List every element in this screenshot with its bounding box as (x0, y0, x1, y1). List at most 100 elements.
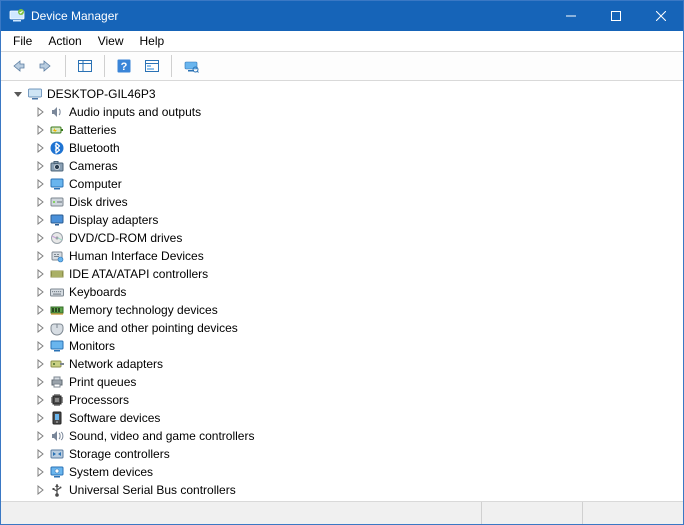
tree-category-node[interactable]: Software devices (7, 409, 683, 427)
tree-category-label: Software devices (69, 409, 160, 427)
tree-category-node[interactable]: Audio inputs and outputs (7, 103, 683, 121)
tree-category-node[interactable]: Monitors (7, 337, 683, 355)
toolbar-divider (104, 55, 105, 77)
tree-category-node[interactable]: Mice and other pointing devices (7, 319, 683, 337)
tree-category-label: Display adapters (69, 211, 158, 229)
expander-closed-icon[interactable] (33, 123, 47, 137)
tree-category-label: Keyboards (69, 283, 126, 301)
expander-closed-icon[interactable] (33, 303, 47, 317)
tree-category-label: Memory technology devices (69, 301, 218, 319)
menu-file[interactable]: File (5, 33, 40, 49)
tree-category-label: Audio inputs and outputs (69, 103, 201, 121)
device-tree[interactable]: DESKTOP-GIL46P3 Audio inputs and outputs… (1, 81, 683, 501)
tree-category-label: Universal Serial Bus controllers (69, 481, 236, 499)
usb-icon (49, 482, 65, 498)
expander-closed-icon[interactable] (33, 447, 47, 461)
tree-category-label: Mice and other pointing devices (69, 319, 238, 337)
toolbar-divider (65, 55, 66, 77)
expander-open-icon[interactable] (11, 87, 25, 101)
expander-closed-icon[interactable] (33, 357, 47, 371)
bluetooth-icon (49, 140, 65, 156)
tree-category-node[interactable]: Print queues (7, 373, 683, 391)
expander-closed-icon[interactable] (33, 177, 47, 191)
expander-closed-icon[interactable] (33, 267, 47, 281)
expander-closed-icon[interactable] (33, 105, 47, 119)
tb-properties-button[interactable] (139, 54, 165, 78)
tree-category-node[interactable]: Disk drives (7, 193, 683, 211)
tree-category-label: IDE ATA/ATAPI controllers (69, 265, 208, 283)
tree-category-node[interactable]: DVD/CD-ROM drives (7, 229, 683, 247)
tree-category-label: System devices (69, 463, 153, 481)
tree-category-node[interactable]: Sound, video and game controllers (7, 427, 683, 445)
cpu-icon (49, 392, 65, 408)
device-manager-window: Device Manager File Action View Help (0, 0, 684, 525)
tree-root-node[interactable]: DESKTOP-GIL46P3 (7, 85, 683, 103)
tree-category-node[interactable]: Cameras (7, 157, 683, 175)
status-pane-main (1, 502, 481, 524)
expander-closed-icon[interactable] (33, 411, 47, 425)
tree-category-node[interactable]: Memory technology devices (7, 301, 683, 319)
tree-category-node[interactable]: Network adapters (7, 355, 683, 373)
tree-categories: Audio inputs and outputsBatteriesBluetoo… (7, 103, 683, 499)
hid-icon (49, 248, 65, 264)
mouse-icon (49, 320, 65, 336)
menubar: File Action View Help (1, 31, 683, 52)
expander-closed-icon[interactable] (33, 159, 47, 173)
tree-root-label: DESKTOP-GIL46P3 (47, 85, 156, 103)
tree-category-label: Print queues (69, 373, 136, 391)
ide-icon (49, 266, 65, 282)
status-pane-2 (481, 502, 582, 524)
arrow-left-icon (10, 58, 26, 74)
menu-action[interactable]: Action (40, 33, 89, 49)
expander-closed-icon[interactable] (33, 321, 47, 335)
printer-icon (49, 374, 65, 390)
tree-category-node[interactable]: Computer (7, 175, 683, 193)
tree-toggle-icon (77, 58, 93, 74)
tb-back-button[interactable] (5, 54, 31, 78)
expander-closed-icon[interactable] (33, 231, 47, 245)
tree-category-node[interactable]: Batteries (7, 121, 683, 139)
tb-show-hide-tree-button[interactable] (72, 54, 98, 78)
tree-category-node[interactable]: Display adapters (7, 211, 683, 229)
menu-view[interactable]: View (90, 33, 132, 49)
keyboard-icon (49, 284, 65, 300)
tb-forward-button[interactable] (33, 54, 59, 78)
titlebar[interactable]: Device Manager (1, 1, 683, 31)
tree-category-node[interactable]: Keyboards (7, 283, 683, 301)
expander-closed-icon[interactable] (33, 483, 47, 497)
menu-help[interactable]: Help (132, 33, 173, 49)
tree-category-node[interactable]: Universal Serial Bus controllers (7, 481, 683, 499)
tree-category-node[interactable]: Processors (7, 391, 683, 409)
tree-category-node[interactable]: Human Interface Devices (7, 247, 683, 265)
expander-closed-icon[interactable] (33, 195, 47, 209)
expander-closed-icon[interactable] (33, 429, 47, 443)
expander-closed-icon[interactable] (33, 393, 47, 407)
disk-icon (49, 194, 65, 210)
tree-category-label: Computer (69, 175, 122, 193)
expander-closed-icon[interactable] (33, 213, 47, 227)
maximize-button[interactable] (593, 1, 638, 31)
monitor-icon (49, 338, 65, 354)
expander-closed-icon[interactable] (33, 339, 47, 353)
optical-icon (49, 230, 65, 246)
expander-closed-icon[interactable] (33, 285, 47, 299)
tree-category-node[interactable]: Bluetooth (7, 139, 683, 157)
tree-category-node[interactable]: System devices (7, 463, 683, 481)
close-button[interactable] (638, 1, 683, 31)
network-icon (49, 356, 65, 372)
app-icon (9, 8, 25, 24)
minimize-button[interactable] (548, 1, 593, 31)
computer-root-icon (27, 86, 43, 102)
tree-category-node[interactable]: IDE ATA/ATAPI controllers (7, 265, 683, 283)
expander-closed-icon[interactable] (33, 375, 47, 389)
tb-help-button[interactable]: ? (111, 54, 137, 78)
expander-closed-icon[interactable] (33, 249, 47, 263)
toolbar-divider (171, 55, 172, 77)
expander-closed-icon[interactable] (33, 141, 47, 155)
tb-scan-hardware-button[interactable] (178, 54, 204, 78)
expander-closed-icon[interactable] (33, 465, 47, 479)
tree-category-label: Storage controllers (69, 445, 170, 463)
tree-category-label: Monitors (69, 337, 115, 355)
tree-category-node[interactable]: Storage controllers (7, 445, 683, 463)
display-icon (49, 212, 65, 228)
